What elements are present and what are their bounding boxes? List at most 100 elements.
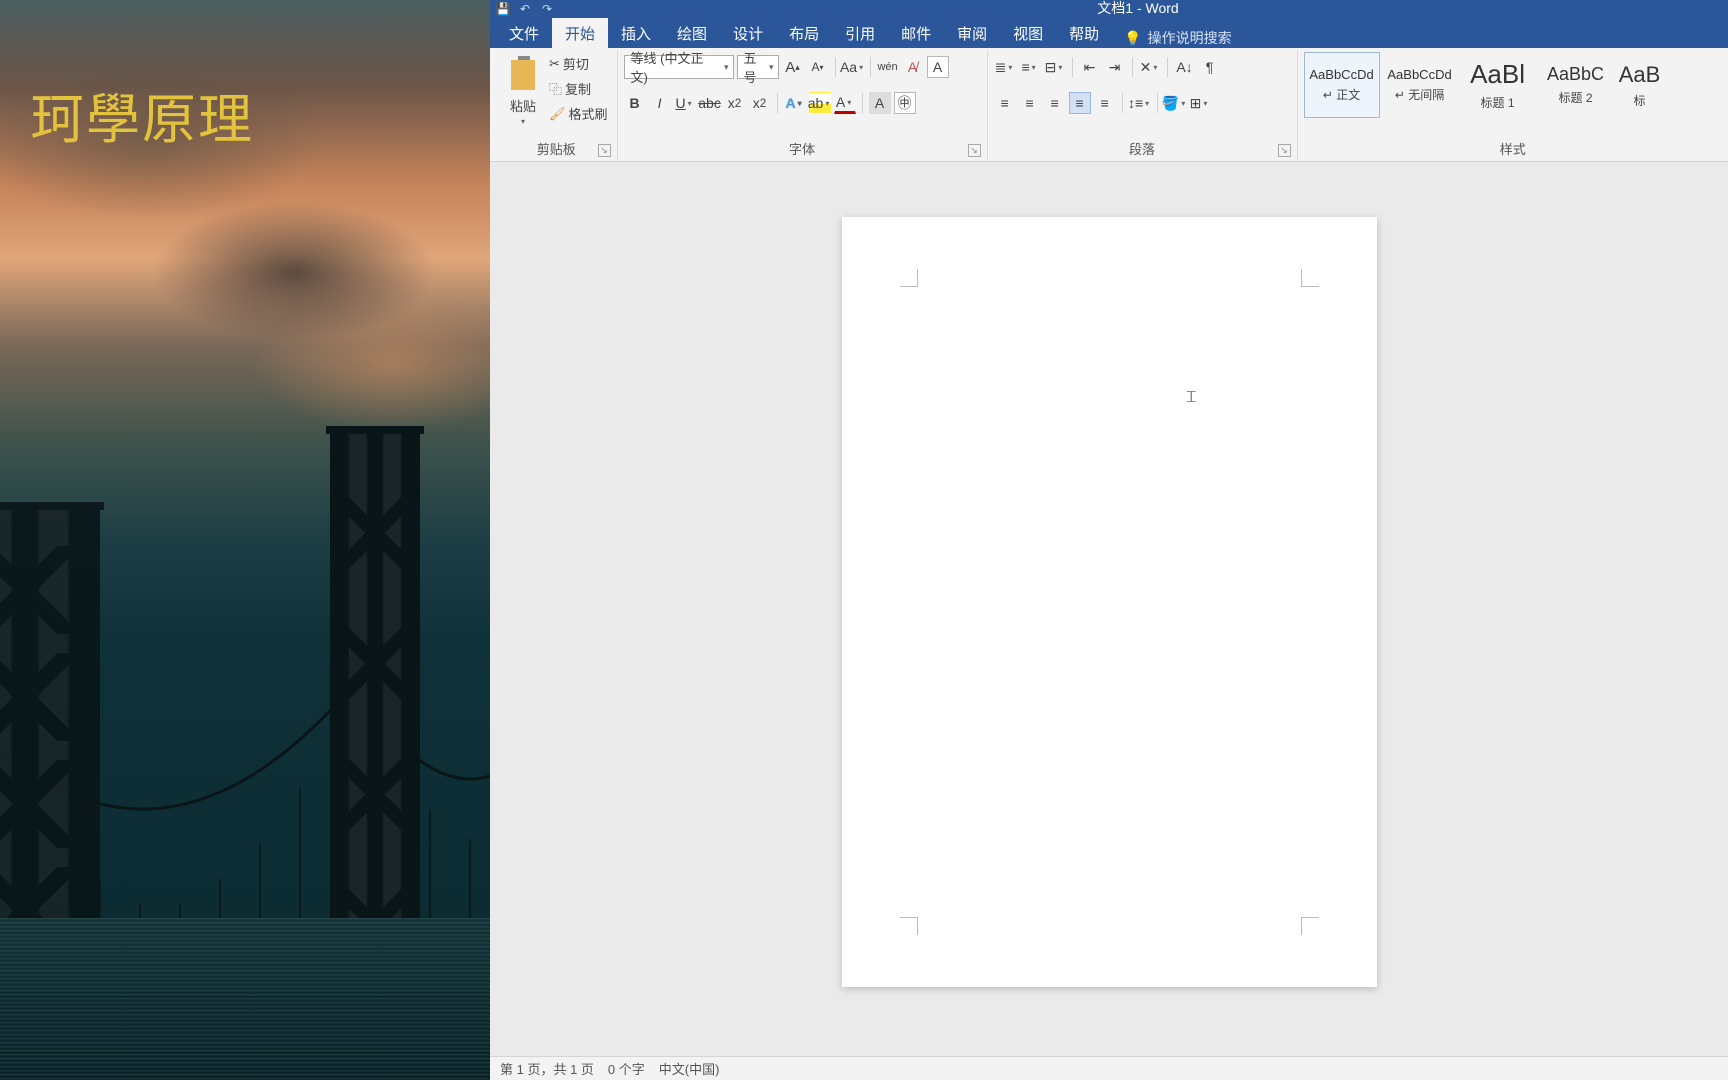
cut-label: 剪切: [563, 54, 589, 73]
paste-label: 粘贴: [510, 96, 536, 115]
copy-icon: ⿻: [549, 79, 562, 98]
shading-button[interactable]: 🪣▾: [1164, 92, 1186, 114]
desktop-wallpaper: 珂學原理: [0, 0, 490, 1080]
align-right-button[interactable]: ≡: [1044, 92, 1066, 114]
italic-button[interactable]: I: [649, 92, 671, 114]
document-area[interactable]: Ꮖ: [490, 162, 1728, 1056]
tab-draw[interactable]: 绘图: [664, 18, 720, 48]
character-shading-button[interactable]: A: [869, 92, 891, 114]
enclose-characters-button[interactable]: ㊥: [894, 92, 916, 114]
margin-indicator: [900, 269, 918, 287]
brush-icon: 🖌: [549, 106, 566, 122]
copy-button[interactable]: ⿻ 复制: [546, 77, 611, 100]
chevron-down-icon: ▾: [519, 117, 527, 126]
tell-me-label: 操作说明搜索: [1148, 28, 1232, 48]
status-word-count[interactable]: 0 个字: [608, 1059, 645, 1078]
water: [0, 918, 490, 1080]
paste-icon: [506, 54, 540, 94]
margin-indicator: [900, 917, 918, 935]
borders-button[interactable]: ⊞▾: [1189, 92, 1211, 114]
font-color-button[interactable]: A▾: [834, 92, 856, 114]
word-window: 💾 ↶ ↷ 文档1 - Word 文件 开始 插入 绘图 设计 布局 引用 邮件…: [490, 0, 1728, 1080]
line-spacing-button[interactable]: ↕≡▾: [1129, 92, 1151, 114]
styles-gallery[interactable]: AaBbCcDd ↵ 正文 AaBbCcDd ↵ 无间隔 AaBl 标题 1: [1304, 52, 1664, 118]
group-styles-label: 样式: [1500, 142, 1526, 157]
scissors-icon: ✂: [549, 56, 560, 72]
dialog-launcher-icon[interactable]: ↘: [1278, 144, 1291, 157]
clear-formatting-button[interactable]: A̸: [902, 56, 924, 78]
tab-view[interactable]: 视图: [1000, 18, 1056, 48]
bullets-button[interactable]: ≣▾: [994, 56, 1016, 78]
status-language[interactable]: 中文(中国): [659, 1059, 720, 1078]
align-left-button[interactable]: ≡: [994, 92, 1016, 114]
ribbon-tabs: 文件 开始 插入 绘图 设计 布局 引用 邮件 审阅 视图 帮助 💡 操作说明搜…: [490, 18, 1728, 48]
tab-insert[interactable]: 插入: [608, 18, 664, 48]
highlight-button[interactable]: ab▾: [809, 92, 831, 114]
format-painter-button[interactable]: 🖌 格式刷: [546, 102, 611, 125]
tab-review[interactable]: 审阅: [944, 18, 1000, 48]
show-marks-button[interactable]: ¶: [1199, 56, 1221, 78]
strikethrough-button[interactable]: abc: [699, 92, 721, 114]
video-watermark: 珂學原理: [30, 75, 254, 154]
dialog-launcher-icon[interactable]: ↘: [968, 144, 981, 157]
style-no-spacing[interactable]: AaBbCcDd ↵ 无间隔: [1382, 52, 1458, 118]
group-paragraph: ≣▾ ≡▾ ⊟▾ ⇤ ⇥ ✕▾ A↓ ¶: [988, 50, 1298, 161]
phonetic-guide-button[interactable]: wén: [877, 56, 899, 78]
margin-indicator: [1301, 917, 1319, 935]
tell-me-search[interactable]: 💡 操作说明搜索: [1112, 28, 1243, 48]
multilevel-list-button[interactable]: ⊟▾: [1044, 56, 1066, 78]
dialog-launcher-icon[interactable]: ↘: [598, 144, 611, 157]
distributed-button[interactable]: ≡: [1094, 92, 1116, 114]
redo-icon[interactable]: ↷: [540, 2, 554, 16]
cut-button[interactable]: ✂ 剪切: [546, 52, 611, 75]
group-clipboard-label: 剪贴板: [537, 142, 576, 157]
justify-button[interactable]: ≡: [1069, 92, 1091, 114]
subscript-button[interactable]: x2: [724, 92, 746, 114]
group-clipboard: 粘贴 ▾ ✂ 剪切 ⿻ 复制 🖌: [496, 50, 618, 161]
undo-icon[interactable]: ↶: [518, 2, 532, 16]
change-case-button[interactable]: Aa▾: [842, 56, 864, 78]
decrease-indent-button[interactable]: ⇤: [1079, 56, 1101, 78]
group-font: 等线 (中文正文) ▾ 五号 ▾ A▴ A▾ Aa▾: [618, 50, 988, 161]
tab-design[interactable]: 设计: [720, 18, 776, 48]
status-page[interactable]: 第 1 页，共 1 页: [500, 1059, 594, 1078]
tab-mailings[interactable]: 邮件: [888, 18, 944, 48]
save-icon[interactable]: 💾: [496, 2, 510, 16]
font-size-combo[interactable]: 五号 ▾: [737, 55, 779, 79]
font-size-value: 五号: [744, 48, 765, 86]
align-center-button[interactable]: ≡: [1019, 92, 1041, 114]
style-title[interactable]: AaB 标: [1616, 52, 1664, 118]
document-page[interactable]: Ꮖ: [842, 217, 1377, 987]
title-bar: 💾 ↶ ↷ 文档1 - Word: [490, 0, 1728, 18]
text-effects-button[interactable]: A▾: [784, 92, 806, 114]
tab-help[interactable]: 帮助: [1056, 18, 1112, 48]
shrink-font-button[interactable]: A▾: [807, 56, 829, 78]
tab-home[interactable]: 开始: [552, 18, 608, 48]
bold-button[interactable]: B: [624, 92, 646, 114]
sort-button[interactable]: A↓: [1174, 56, 1196, 78]
paste-button[interactable]: 粘贴 ▾: [502, 52, 544, 128]
style-heading-1[interactable]: AaBl 标题 1: [1460, 52, 1536, 118]
chevron-down-icon: ▾: [724, 62, 729, 73]
copy-label: 复制: [565, 79, 591, 98]
text-cursor-icon: Ꮖ: [1187, 389, 1197, 406]
tab-references[interactable]: 引用: [832, 18, 888, 48]
font-name-value: 等线 (中文正文): [631, 48, 720, 86]
style-heading-2[interactable]: AaBbC 标题 2: [1538, 52, 1614, 118]
style-normal[interactable]: AaBbCcDd ↵ 正文: [1304, 52, 1380, 118]
grow-font-button[interactable]: A▴: [782, 56, 804, 78]
asian-layout-button[interactable]: ✕▾: [1139, 56, 1161, 78]
window-title: 文档1 - Word: [554, 0, 1722, 18]
numbering-button[interactable]: ≡▾: [1019, 56, 1041, 78]
tab-layout[interactable]: 布局: [776, 18, 832, 48]
increase-indent-button[interactable]: ⇥: [1104, 56, 1126, 78]
chevron-down-icon: ▾: [769, 62, 774, 73]
status-bar: 第 1 页，共 1 页 0 个字 中文(中国): [490, 1056, 1728, 1080]
font-name-combo[interactable]: 等线 (中文正文) ▾: [624, 55, 734, 79]
underline-button[interactable]: U▾: [674, 92, 696, 114]
superscript-button[interactable]: x2: [749, 92, 771, 114]
group-font-label: 字体: [789, 142, 815, 157]
character-border-button[interactable]: A: [927, 56, 949, 78]
group-styles: AaBbCcDd ↵ 正文 AaBbCcDd ↵ 无间隔 AaBl 标题 1: [1298, 50, 1728, 161]
tab-file[interactable]: 文件: [496, 18, 552, 48]
